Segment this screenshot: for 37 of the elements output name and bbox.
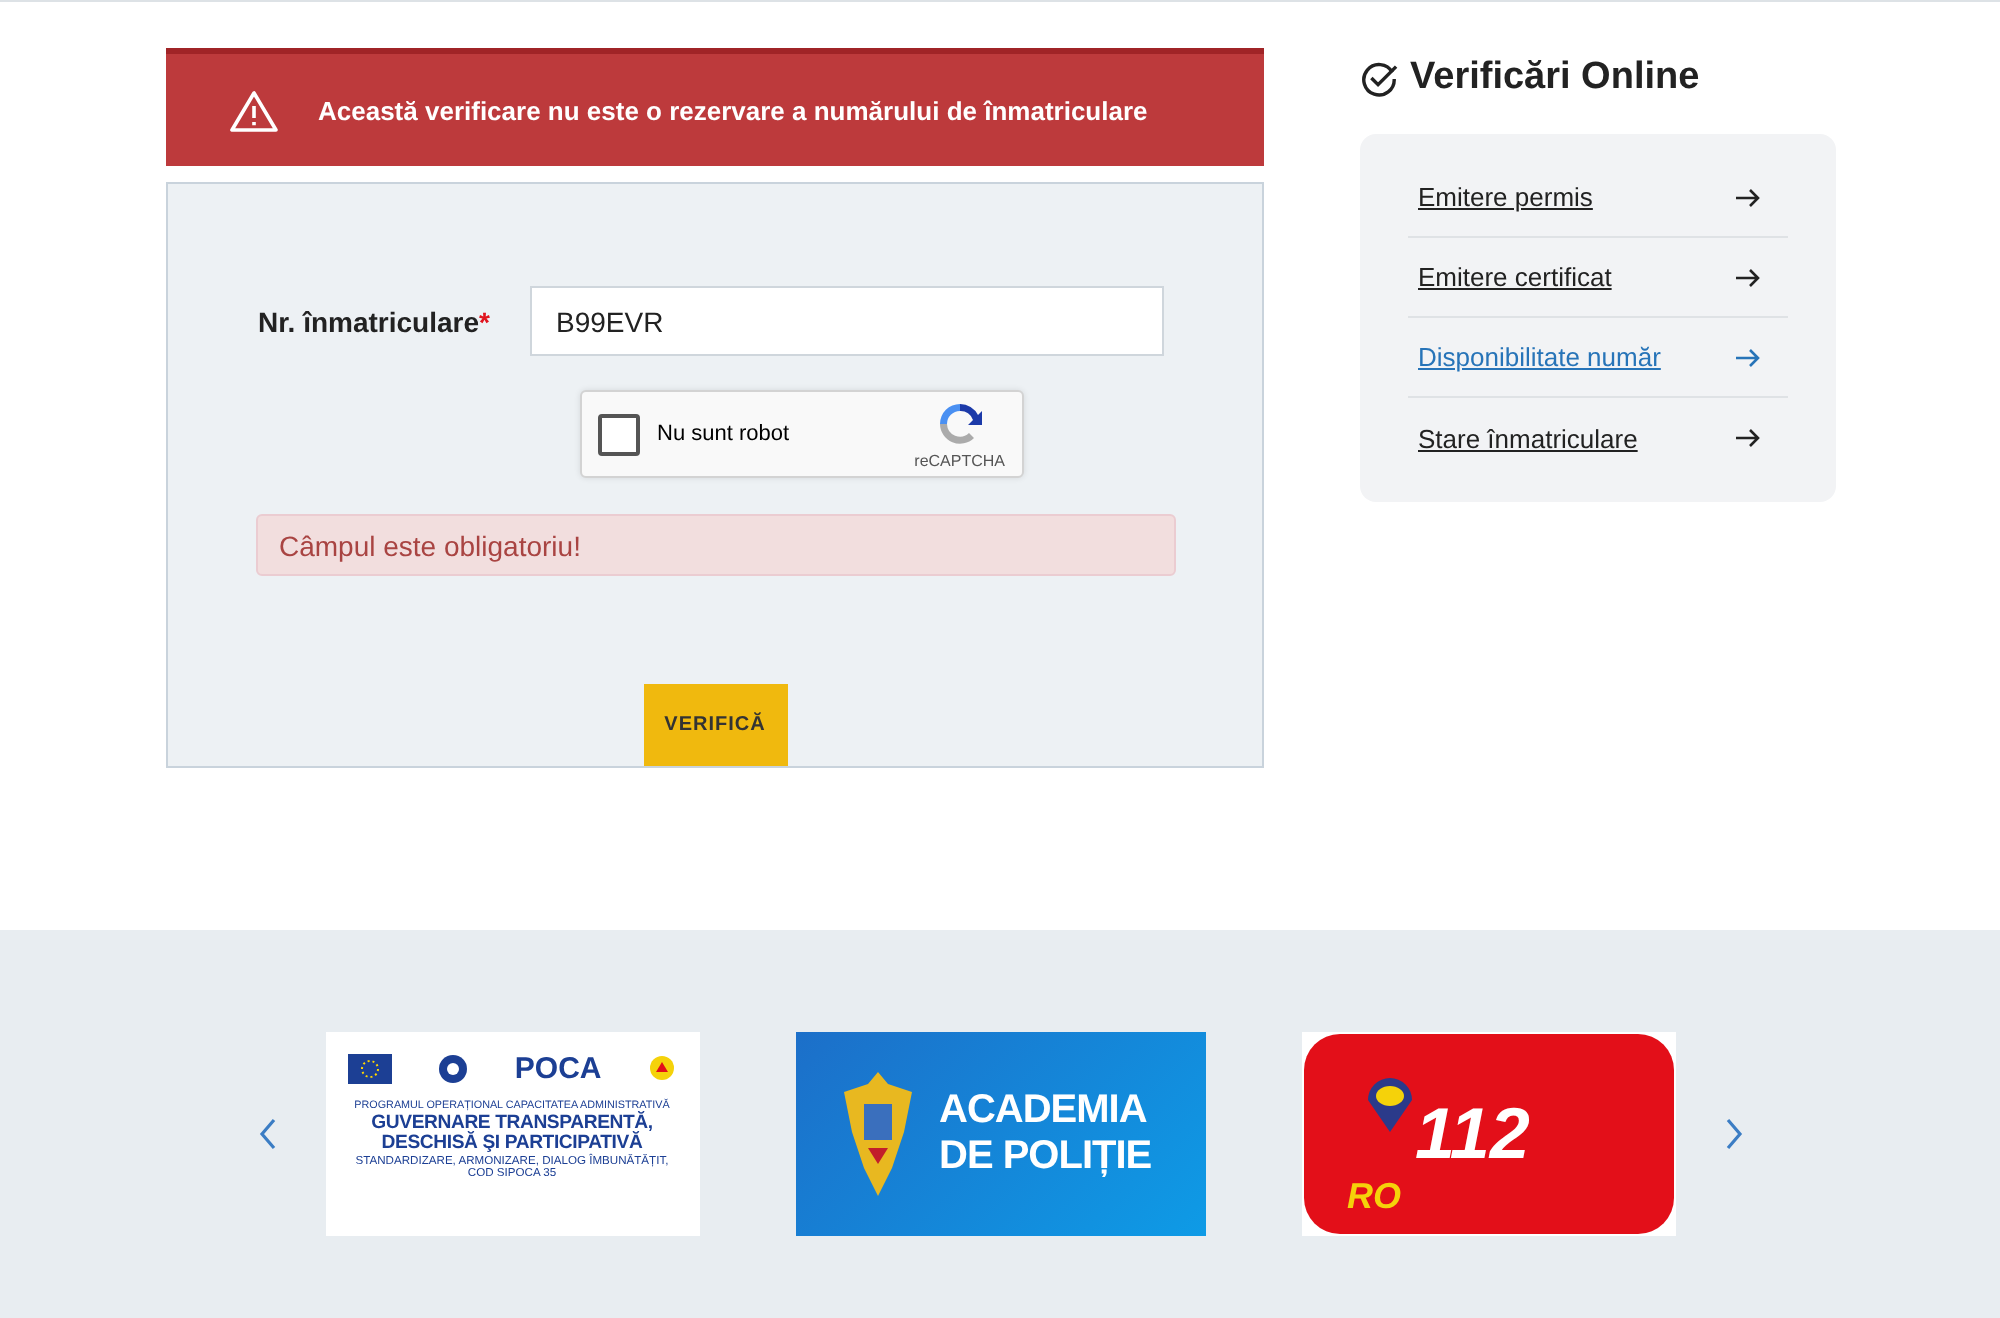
poca-logo: POCA [514, 1051, 602, 1085]
next-icon[interactable] [1723, 1118, 1743, 1150]
star-emblem-icon [647, 1054, 676, 1082]
emblem-icon [438, 1053, 469, 1083]
check-circle-icon [1360, 59, 1398, 97]
banner-text: DESCHISĂ ŞI PARTICIPATIVĂ [381, 1134, 643, 1155]
field-label: Nr. înmatriculare* [258, 305, 492, 337]
academy-banner[interactable]: ACADEMIA DE POLIȚIE [795, 1032, 1205, 1236]
captcha-brand: reCAPTCHA [914, 451, 1005, 470]
banner-text: DE POLIȚIE [939, 1134, 1152, 1180]
plate-input-field[interactable]: B99EVR [530, 286, 1164, 356]
verify-button[interactable]: VERIFICĂ [643, 684, 787, 766]
sidebar-title: Verificări Online [1410, 56, 1700, 100]
captcha-checkbox[interactable] [597, 413, 639, 456]
arrow-right-icon [1736, 267, 1760, 287]
warning-text: Această verificare nu este o rezervare a numărului de înmatriculare [318, 95, 1148, 125]
emergency-banner[interactable]: 112 RO [1301, 1032, 1675, 1236]
sidebar-link[interactable]: Emitere certificat [1418, 262, 1612, 292]
recaptcha-icon [935, 399, 984, 448]
error-text: Câmpul este obligatoriu! [279, 529, 581, 562]
captcha-label: Nu sunt robot [657, 422, 792, 447]
eu-flag-icon [348, 1053, 393, 1083]
banner-text: 112 [1415, 1098, 1532, 1170]
arrow-right-icon [1736, 347, 1760, 367]
banner-text: ACADEMIA [939, 1088, 1149, 1134]
sidebar-link[interactable]: Disponibilitate număr [1418, 342, 1661, 372]
warning-icon [230, 89, 278, 131]
sidebar-link[interactable]: Stare înmatriculare [1418, 423, 1638, 453]
arrow-right-icon [1736, 428, 1760, 448]
captcha-widget[interactable]: Nu sunt robot reCAPTCHA [579, 390, 1023, 479]
sidebar-link[interactable]: Emitere permis [1418, 182, 1593, 212]
banner-text: RO [1347, 1176, 1401, 1218]
previous-icon[interactable] [257, 1118, 277, 1150]
eagle-crest-icon [839, 1068, 915, 1200]
arrow-right-icon [1736, 187, 1760, 207]
banner-text: GUVERNARE TRANSPARENTĂ, [371, 1113, 653, 1134]
map-pin-icon [1363, 1074, 1415, 1134]
